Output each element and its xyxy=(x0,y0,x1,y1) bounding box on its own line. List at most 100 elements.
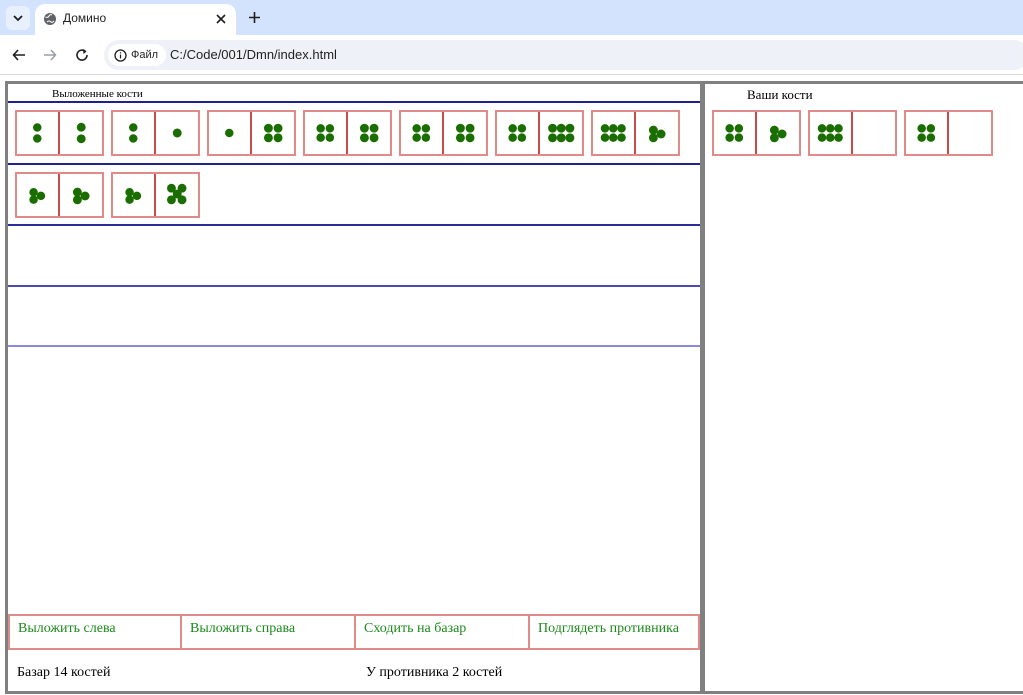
board-row-3 xyxy=(8,226,700,287)
pip xyxy=(834,133,843,142)
pip xyxy=(817,124,827,133)
tile-half-left xyxy=(593,112,636,154)
tile-half-left xyxy=(497,112,540,154)
tile-half-left xyxy=(113,112,156,154)
board-tile[interactable] xyxy=(15,172,104,218)
play-left-button[interactable]: Выложить слева xyxy=(8,614,182,650)
pips-3 xyxy=(29,187,46,204)
hand-tile[interactable] xyxy=(712,110,801,156)
board-row-4 xyxy=(8,287,700,348)
pip xyxy=(917,124,926,133)
pip xyxy=(617,133,626,142)
url-text[interactable]: C:/Code/001/Dmn/index.html xyxy=(170,47,337,62)
pip xyxy=(465,123,475,133)
pips-6 xyxy=(600,124,626,142)
page-content: Выложенные кости Выложить слева Выложить… xyxy=(0,76,1023,695)
board-row-2 xyxy=(8,165,700,226)
peek-opponent-button[interactable]: Подглядеть противника xyxy=(530,614,700,650)
reload-icon xyxy=(76,49,88,61)
pip xyxy=(600,133,610,142)
pip xyxy=(769,125,779,135)
pip xyxy=(648,125,658,135)
pip xyxy=(33,123,42,132)
tile-half-left xyxy=(17,112,60,154)
board-tile[interactable] xyxy=(399,110,488,156)
pip xyxy=(508,133,517,142)
action-bar: Выложить слева Выложить справа Сходить н… xyxy=(8,614,700,650)
tile-half-right xyxy=(156,112,198,154)
hand-tile[interactable] xyxy=(904,110,993,156)
site-info-chip[interactable]: Файл xyxy=(108,44,167,66)
browser-toolbar: Файл C:/Code/001/Dmn/index.html xyxy=(0,35,1023,75)
board-tile[interactable] xyxy=(495,110,584,156)
tile-half-right xyxy=(949,112,991,154)
board-tile[interactable] xyxy=(591,110,680,156)
tile-half-left xyxy=(113,174,156,216)
board-tile[interactable] xyxy=(111,110,200,156)
pips-4 xyxy=(263,123,283,143)
pip xyxy=(817,133,827,142)
chevron-down-icon xyxy=(13,15,23,22)
tab-strip: Домино xyxy=(0,0,1023,35)
pip xyxy=(455,123,465,133)
new-tab-button[interactable] xyxy=(244,7,264,27)
tab-search-button[interactable] xyxy=(6,6,30,30)
pip xyxy=(565,133,574,143)
pips-2 xyxy=(76,122,86,144)
pips-4 xyxy=(508,124,527,142)
tile-half-left xyxy=(17,174,60,216)
tile-half-right xyxy=(60,174,102,216)
pip xyxy=(369,123,379,133)
pip xyxy=(29,195,38,204)
pip xyxy=(72,195,82,205)
board-tile[interactable] xyxy=(15,110,104,156)
pip xyxy=(129,123,138,132)
pip xyxy=(734,124,744,133)
pip xyxy=(826,124,835,133)
pip xyxy=(508,124,517,133)
hand-title: Ваши кости xyxy=(747,87,813,102)
board-title: Выложенные кости xyxy=(52,88,143,100)
pip xyxy=(565,123,574,133)
board-row-1 xyxy=(8,103,700,164)
pips-4 xyxy=(917,124,936,142)
pips-4 xyxy=(359,123,379,143)
play-right-button[interactable]: Выложить справа xyxy=(182,614,356,650)
arrow-left-icon xyxy=(12,49,25,61)
board-tile[interactable] xyxy=(303,110,392,156)
back-button[interactable] xyxy=(8,44,30,66)
forward-button[interactable] xyxy=(39,44,61,66)
pip xyxy=(600,124,610,133)
pip xyxy=(172,128,182,138)
tile-half-right xyxy=(540,112,582,154)
tile-half-left xyxy=(714,112,757,154)
pip xyxy=(547,133,557,143)
pip xyxy=(325,124,335,133)
pip xyxy=(225,128,234,138)
address-bar[interactable]: Файл C:/Code/001/Dmn/index.html xyxy=(104,40,1023,70)
go-bazaar-button[interactable]: Сходить на базар xyxy=(356,614,530,650)
pip xyxy=(33,134,42,143)
board-tile[interactable] xyxy=(111,172,200,218)
pip xyxy=(734,133,744,142)
pips-3 xyxy=(72,187,90,205)
hand-tile[interactable] xyxy=(808,110,897,156)
pip xyxy=(273,123,283,133)
tab-active[interactable]: Домино xyxy=(35,4,236,35)
tile-half-left xyxy=(906,112,949,154)
bazaar-count: Базар 14 костей xyxy=(17,665,111,680)
tab-close-button[interactable] xyxy=(213,11,229,27)
pip xyxy=(725,124,734,133)
pip xyxy=(609,133,618,142)
pip xyxy=(29,187,38,197)
board-tile[interactable] xyxy=(207,110,296,156)
pip xyxy=(609,124,618,133)
pip xyxy=(166,195,176,205)
reload-button[interactable] xyxy=(71,44,93,66)
pip xyxy=(132,191,142,201)
arrow-right-icon xyxy=(44,49,57,61)
row-divider xyxy=(8,345,700,347)
pips-6 xyxy=(817,124,843,142)
tile-half-right xyxy=(156,174,198,216)
pip xyxy=(359,133,369,143)
